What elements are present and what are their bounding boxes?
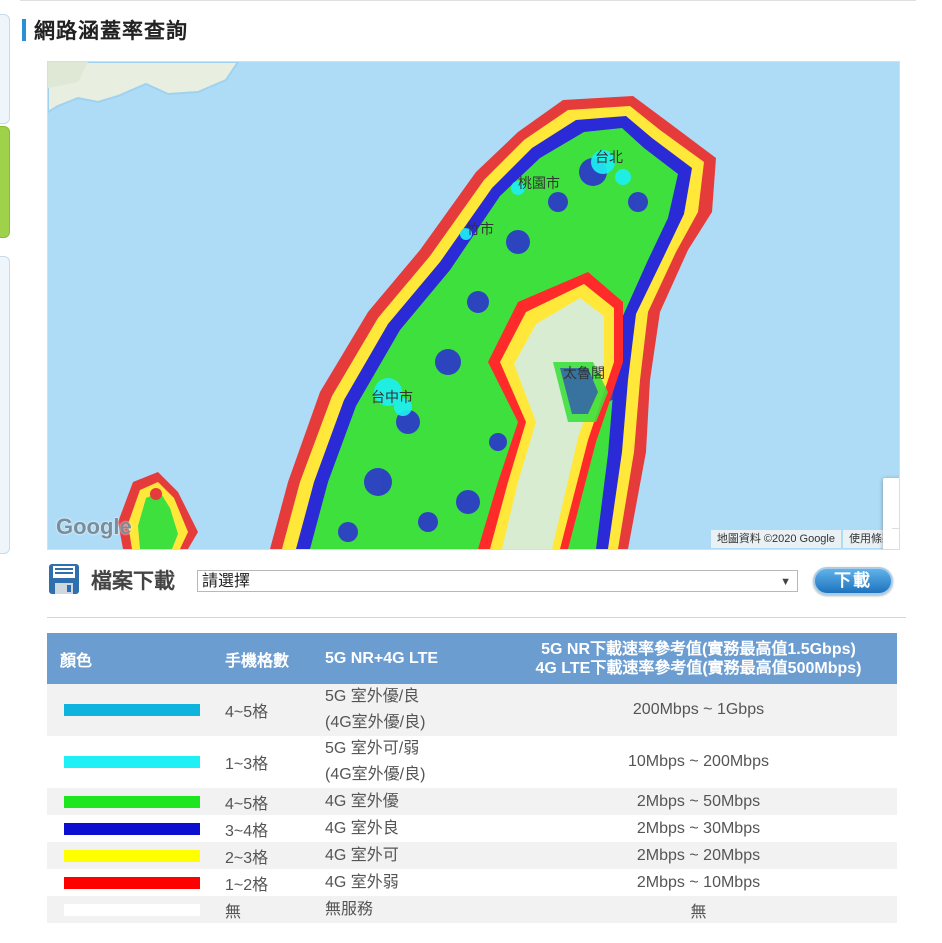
legend-bars: 4~5格 [217,684,317,736]
side-panel-tab[interactable] [0,14,10,124]
zoom-separator [892,528,899,529]
download-button[interactable]: 下載 [813,567,893,595]
side-panel-tab-green[interactable] [0,126,10,238]
legend-desc: 5G 室外優/良 (4G室外優/良) [317,684,500,736]
zoom-out-button[interactable]: − [883,528,899,550]
google-logo: Google [56,514,132,539]
zoom-controls: + − [883,478,899,550]
floppy-disk-icon [49,564,79,594]
legend-header-row: 顏色 手機格數 5G NR+4G LTE 5G NR下載速率參考值(實務最高值1… [47,633,897,684]
dropdown-arrow-icon: ▼ [780,576,791,588]
legend-desc: 4G 室外弱 [325,873,399,891]
color-swatch [64,795,200,808]
legend-bars: 1~2格 [225,876,269,894]
legend-row: 無 無服務 無 [47,896,897,923]
legend-bars: 2~3格 [217,842,317,869]
legend-row: 3~4格 4G 室外良 2Mbps ~ 30Mbps [47,815,897,842]
file-select-value: 請選擇 [202,573,251,590]
header-speed-5g: 5G NR下載速率參考值(實務最高值1.5Gbps) [541,640,856,658]
color-swatch [64,903,200,916]
legend-bars: 4~5格 [217,788,317,815]
map-label-taichung: 台中市 [371,389,413,405]
section-divider [47,617,906,618]
header-color: 顏色 [47,633,217,684]
map-label-hsinchu: 竹市 [466,221,494,237]
legend-speed: 10Mbps ~ 200Mbps [628,753,769,770]
title-accent-bar [22,19,26,41]
map-data-credit: 地圖資料 ©2020 Google [710,530,841,548]
color-swatch [64,822,200,835]
legend-speed: 2Mbps ~ 30Mbps [636,819,761,837]
coverage-legend-table: 顏色 手機格數 5G NR+4G LTE 5G NR下載速率參考值(實務最高值1… [47,633,897,923]
legend-desc: 4G 室外優 [317,788,500,815]
section-header: 網路涵蓋率查詢 [22,18,188,43]
color-swatch [64,876,200,889]
legend-row: 1~3格 5G 室外可/弱 (4G室外優/良) 10Mbps ~ 200Mbps [47,736,897,788]
color-swatch [64,704,200,716]
coverage-map[interactable]: 台北 桃園市 竹市 台中市 太魯閣 Google 地圖資料 ©2020 Goog… [47,61,900,550]
color-swatch [64,756,200,768]
header-speed-4g: 4G LTE下載速率參考值(實務最高值500Mbps) [535,659,862,677]
legend-speed: 2Mbps ~ 20Mbps [500,842,897,869]
side-panel-tab[interactable] [0,256,10,554]
legend-speed: 2Mbps ~ 50Mbps [500,788,897,815]
legend-speed: 2Mbps ~ 10Mbps [636,873,761,891]
header-speed: 5G NR下載速率參考值(實務最高值1.5Gbps) 4G LTE下載速率參考值… [500,633,897,684]
legend-row: 4~5格 4G 室外優 2Mbps ~ 50Mbps [47,788,897,815]
legend-desc: 4G 室外可 [317,842,500,869]
map-label-taipei: 台北 [595,149,623,165]
legend-bars: 1~3格 [225,756,269,773]
legend-row: 1~2格 4G 室外弱 2Mbps ~ 10Mbps [47,869,897,896]
legend-bars: 3~4格 [225,822,269,840]
legend-speed: 無 [500,896,897,923]
legend-desc: 無服務 [317,896,500,923]
legend-desc: 4G 室外良 [325,819,399,837]
download-row: 檔案下載 請選擇 ▼ 下載 [48,561,898,599]
top-divider [20,0,916,1]
map-label-taoyuan: 桃園市 [518,175,560,191]
header-tech: 5G NR+4G LTE [317,633,500,684]
color-swatch [64,849,200,862]
legend-row: 2~3格 4G 室外可 2Mbps ~ 20Mbps [47,842,897,869]
legend-speed: 200Mbps ~ 1Gbps [500,684,897,736]
page-title: 網路涵蓋率查詢 [34,20,188,43]
file-select[interactable]: 請選擇 ▼ [197,570,798,592]
legend-row: 4~5格 5G 室外優/良 (4G室外優/良) 200Mbps ~ 1Gbps [47,684,897,736]
map-attribution: 地圖資料 ©2020 Google 使用條款 [710,530,899,548]
map-canvas[interactable]: 台北 桃園市 竹市 台中市 太魯閣 [48,62,899,549]
legend-bars: 無 [217,896,317,923]
legend-desc: 5G 室外可/弱 (4G室外優/良) [325,740,426,783]
map-label-taroko: 太魯閣 [563,365,605,381]
zoom-in-button[interactable]: + [883,478,899,528]
header-bars: 手機格數 [217,633,317,684]
download-label: 檔案下載 [91,570,175,593]
